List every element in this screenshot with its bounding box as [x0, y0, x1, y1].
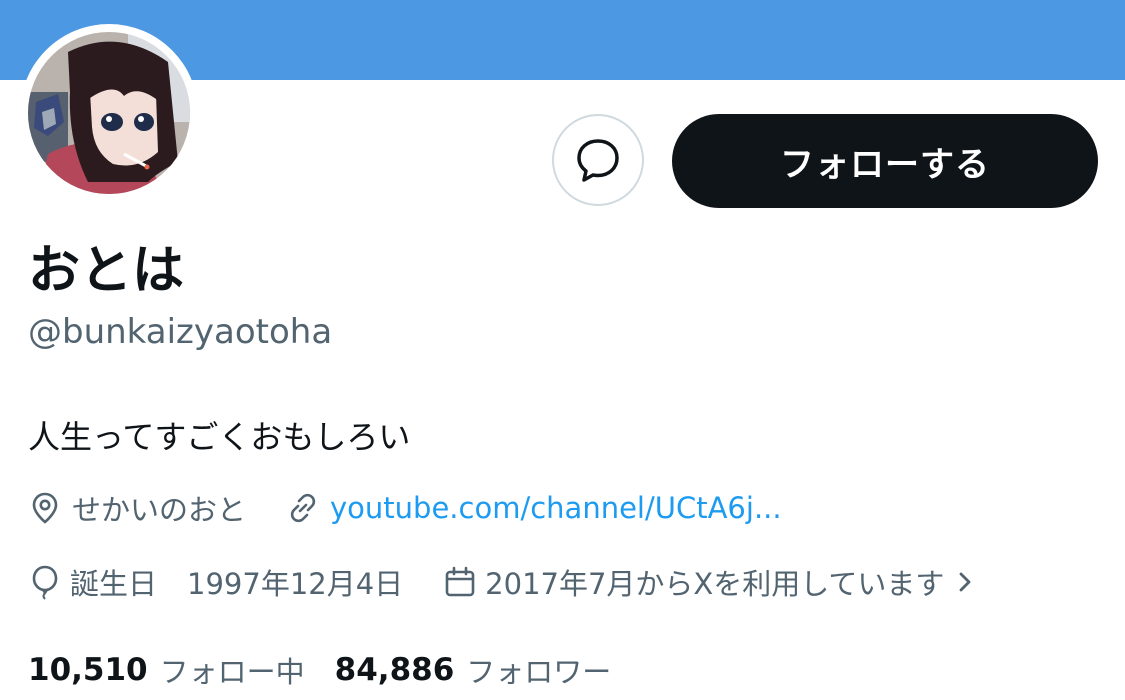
joined-date[interactable]: 2017年7月からXを利用しています [443, 561, 976, 603]
profile-meta-row-1: せかいのおと youtube.com/channel/UCtA6j... [28, 488, 782, 528]
follow-stats: 10,510 フォロー中 84,886 フォロワー [28, 648, 611, 692]
location: せかいのおと [28, 487, 246, 529]
following-stat[interactable]: 10,510 フォロー中 [28, 649, 305, 691]
location-pin-icon [32, 492, 58, 524]
username-handle: @bunkaizyaotoha [28, 312, 333, 352]
following-count: 10,510 [28, 652, 148, 688]
followers-label: フォロワー [466, 655, 612, 689]
birthday-label: 誕生日 [70, 567, 158, 601]
joined-text: 2017年7月からXを利用しています [485, 567, 945, 601]
link-icon [290, 493, 316, 523]
followers-count: 84,886 [334, 652, 455, 688]
profile-bio: 人生ってすごくおもしろい [28, 418, 411, 456]
message-button[interactable] [552, 114, 644, 206]
calendar-icon [445, 566, 475, 597]
birthday-date: 1997年12月4日 [187, 567, 404, 601]
avatar[interactable] [28, 32, 190, 194]
website-link-text[interactable]: youtube.com/channel/UCtA6j... [330, 491, 782, 525]
avatar-border [20, 24, 198, 202]
balloon-icon [32, 565, 58, 600]
birthday: 誕生日 1997年12月4日 [28, 561, 403, 603]
followers-stat[interactable]: 84,886 フォロワー [335, 649, 612, 691]
following-label: フォロー中 [159, 655, 305, 689]
chevron-right-icon [960, 572, 971, 592]
follow-button[interactable]: フォローする [672, 114, 1098, 208]
message-bubble-icon [577, 139, 619, 182]
location-text: せかいのおと [72, 493, 247, 527]
website-link[interactable]: youtube.com/channel/UCtA6j... [286, 491, 782, 525]
profile-meta-row-2: 誕生日 1997年12月4日 2017年7月からXを利用しています [28, 562, 976, 602]
display-name: おとは [28, 241, 185, 301]
